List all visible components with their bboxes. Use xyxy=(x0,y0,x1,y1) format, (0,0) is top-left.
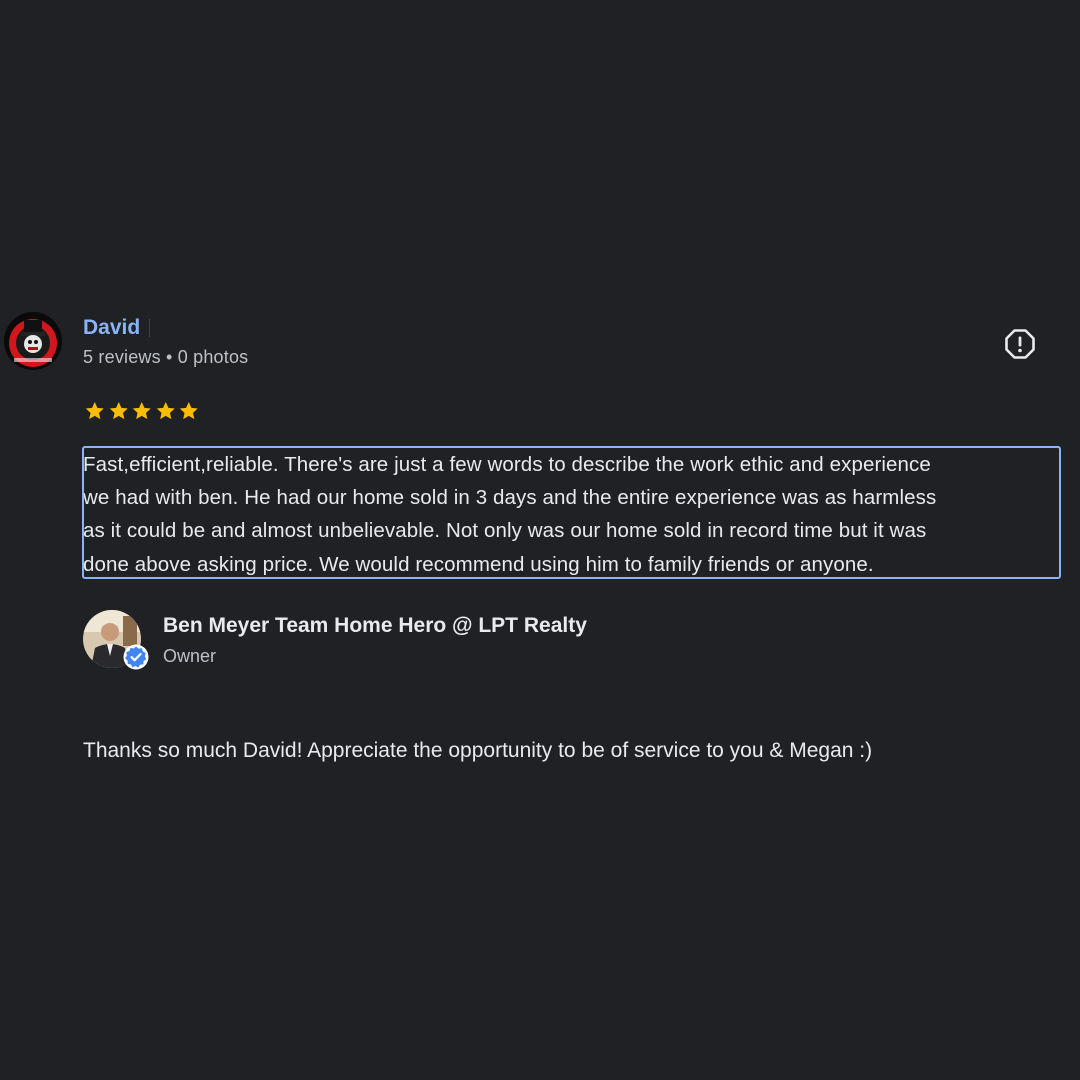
report-review-button[interactable] xyxy=(1003,327,1037,361)
verified-badge-icon xyxy=(123,644,149,670)
star-icon xyxy=(156,402,175,420)
review-text-line: Fast,efficient,reliable. There's are jus… xyxy=(83,453,931,476)
review-text[interactable]: Fast,efficient,reliable. There's are jus… xyxy=(82,446,1061,579)
star-icon xyxy=(132,402,151,420)
star-icon xyxy=(85,402,104,420)
star-icon xyxy=(109,402,128,420)
owner-name: Ben Meyer Team Home Hero @ LPT Realty xyxy=(163,614,587,637)
reviewer-avatar[interactable] xyxy=(4,312,62,370)
review-text-line: done above asking price. We would recomm… xyxy=(83,552,874,576)
reviewer-name[interactable]: David xyxy=(83,316,140,340)
star-icon xyxy=(179,402,198,420)
owner-role: Owner xyxy=(163,646,217,666)
owner-reply-text: Thanks so much David! Appreciate the opp… xyxy=(83,739,873,762)
divider xyxy=(149,319,150,337)
star-rating xyxy=(83,400,201,422)
review-text-line: we had with ben. He had our home sold in… xyxy=(83,486,937,510)
review-text-line: as it could be and almost unbelievable. … xyxy=(83,519,927,543)
report-icon xyxy=(1005,329,1035,359)
owner-avatar[interactable] xyxy=(83,610,149,670)
reviewer-meta: 5 reviews • 0 photos xyxy=(83,347,249,367)
